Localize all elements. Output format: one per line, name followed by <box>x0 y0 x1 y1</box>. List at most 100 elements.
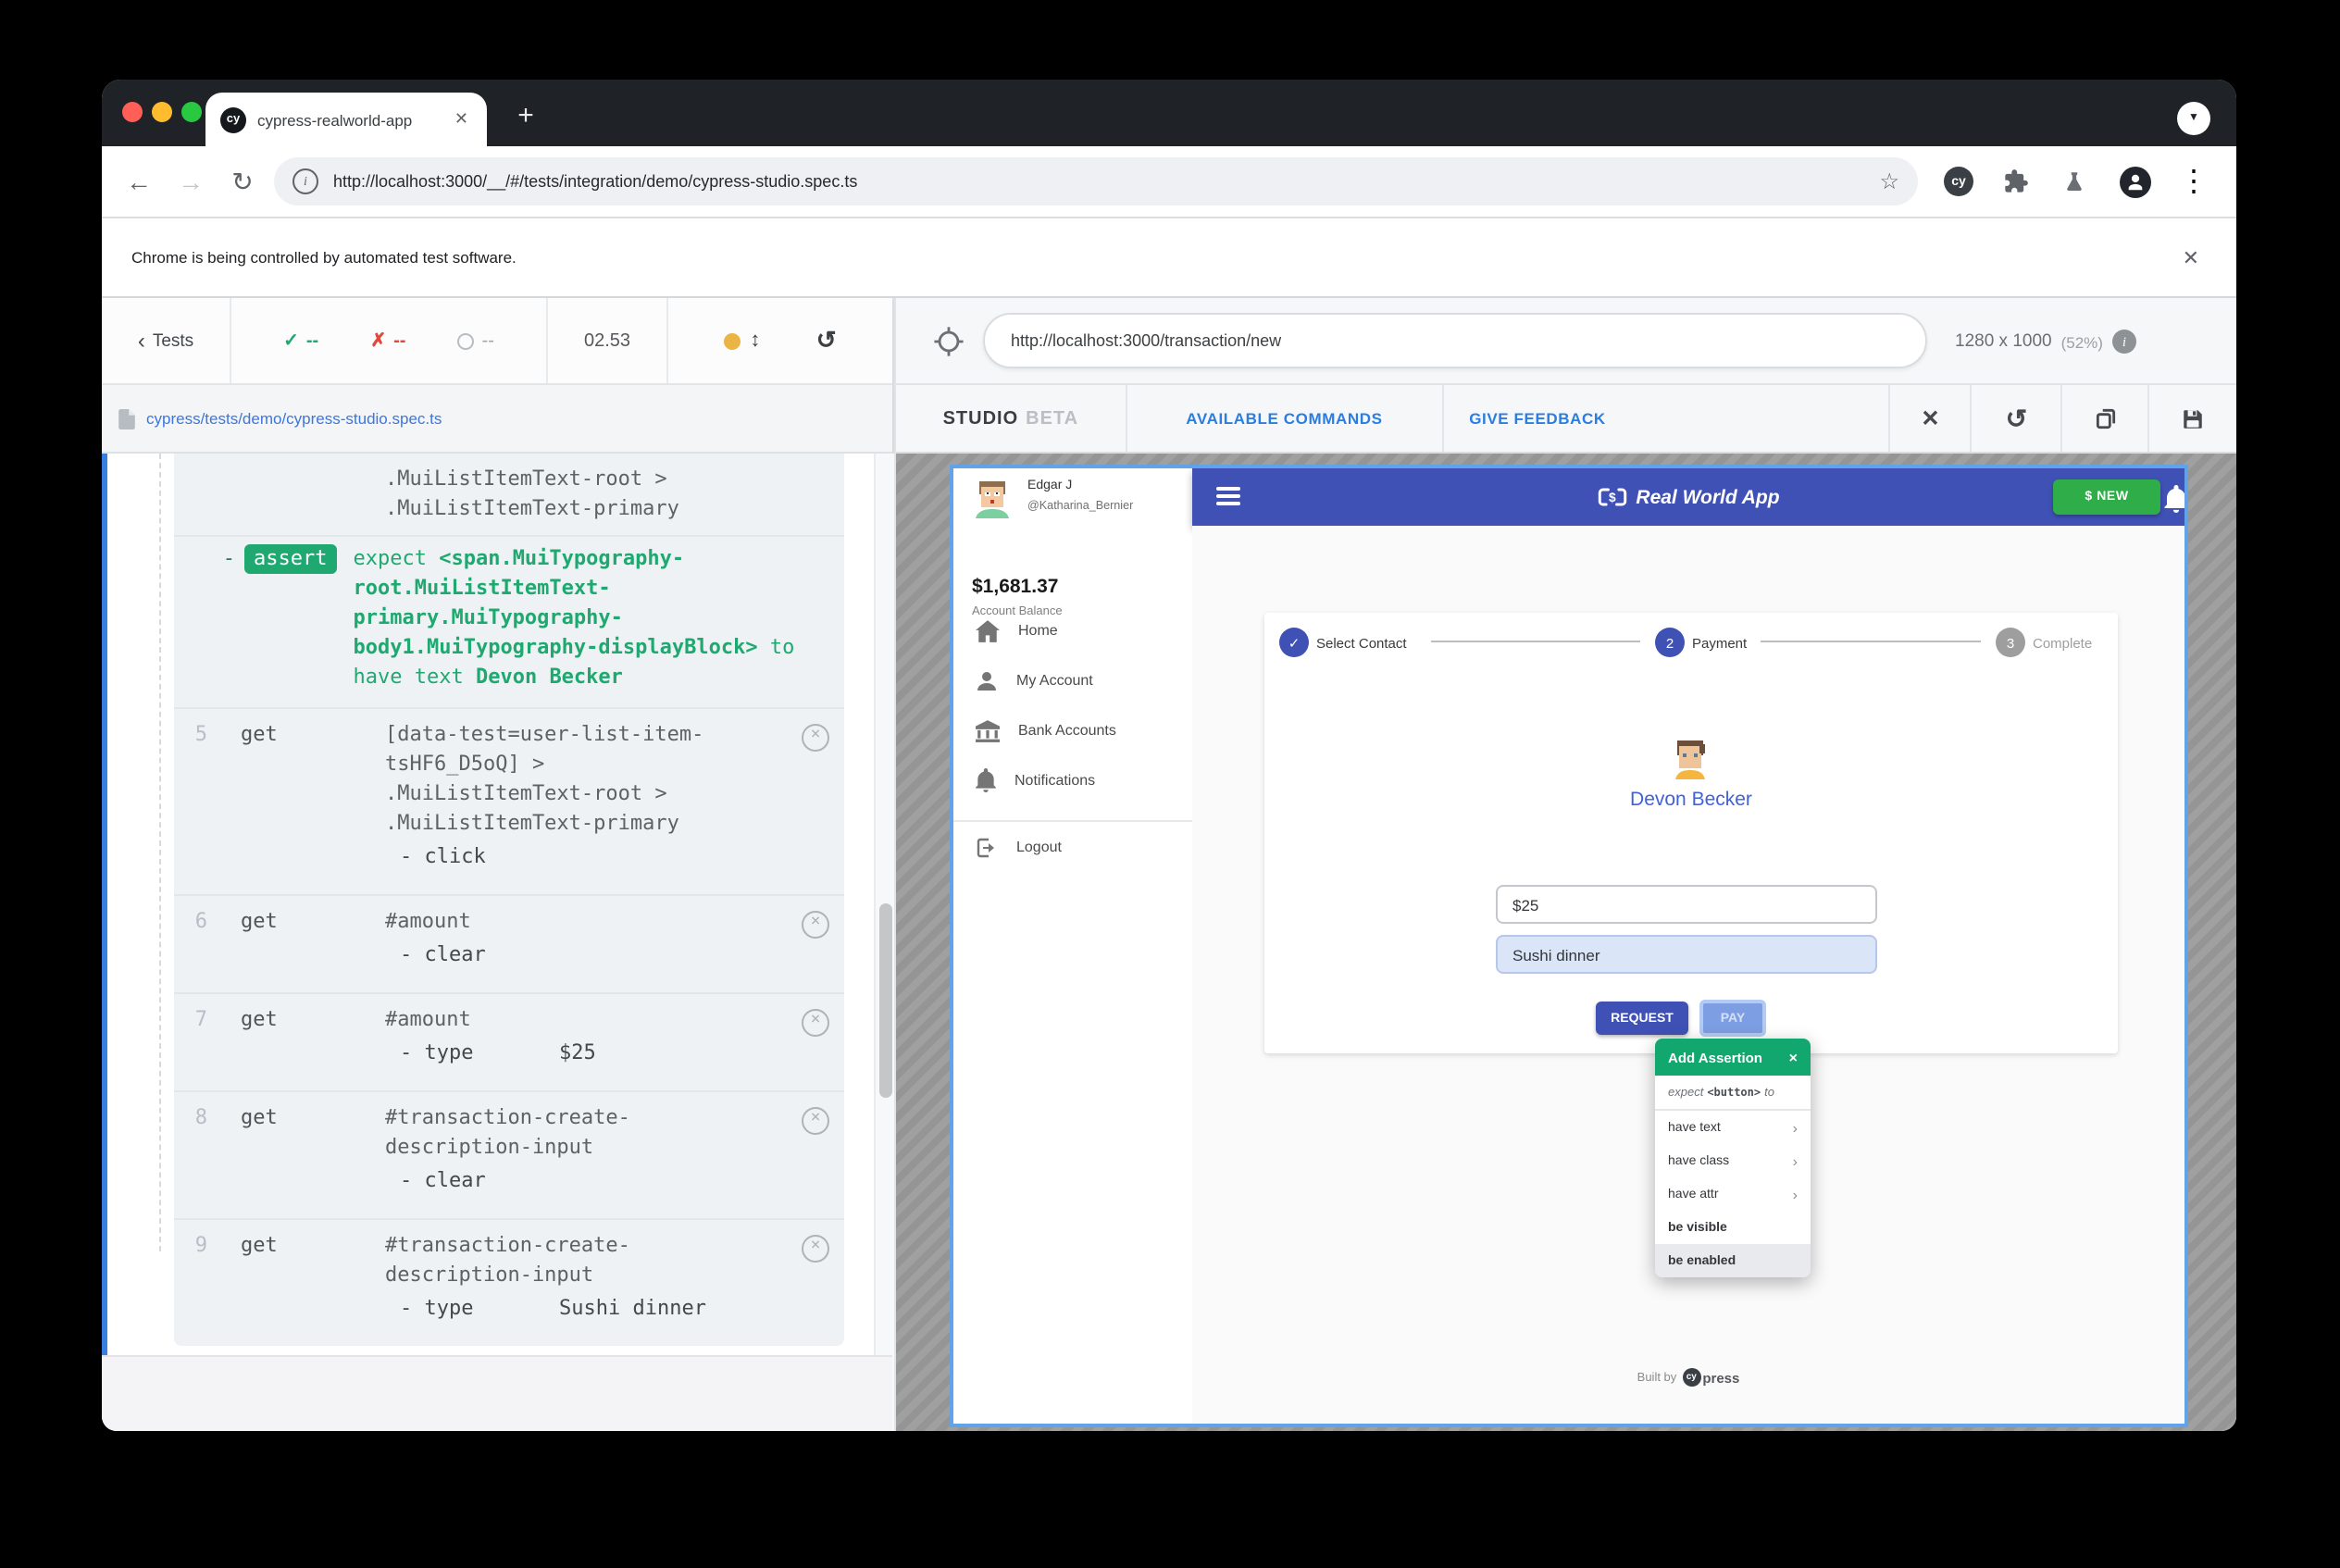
test-stats: ✓ -- ✗ -- -- <box>231 298 548 383</box>
back-icon[interactable]: ← <box>117 159 161 204</box>
contact-avatar <box>1675 740 1705 779</box>
aut-url-input[interactable]: http://localhost:3000/transaction/new <box>983 313 1927 368</box>
assertion-have-attr[interactable]: have attr › <box>1655 1177 1811 1211</box>
delete-command-icon[interactable]: × <box>802 1009 829 1037</box>
assertion-menu-title: Add Assertion <box>1668 1049 1762 1065</box>
new-transaction-button[interactable]: $ NEW <box>2053 479 2160 515</box>
extensions-puzzle-icon[interactable] <box>1996 161 2036 202</box>
test-duration: 02.53 <box>583 330 631 351</box>
tab-close-icon[interactable]: ✕ <box>451 106 472 133</box>
amount-input[interactable]: $25 <box>1496 885 1877 924</box>
delete-command-icon[interactable]: × <box>802 724 829 752</box>
delete-command-icon[interactable]: × <box>802 911 829 939</box>
chevron-right-icon: › <box>1792 1186 1798 1202</box>
sidebar-item-home[interactable]: Home <box>953 605 1192 655</box>
assertion-menu-close-icon[interactable]: × <box>1789 1049 1798 1065</box>
back-to-tests-button[interactable]: ‹ Tests <box>102 298 231 383</box>
chevron-left-icon: ‹ <box>137 328 145 354</box>
real-world-app-logo-icon: $ <box>1598 488 1626 506</box>
app-brand-name: Real World App <box>1636 486 1780 508</box>
minimize-window-button[interactable] <box>152 102 172 122</box>
restart-tests-icon[interactable]: ↺ <box>816 326 837 355</box>
home-icon <box>976 619 1000 641</box>
notification-badge: 8 <box>2184 472 2188 491</box>
browser-tab[interactable]: cy cypress-realworld-app ✕ <box>205 93 487 146</box>
give-feedback-link[interactable]: GIVE FEEDBACK <box>1443 385 1891 452</box>
sidebar-item-my-account[interactable]: My Account <box>953 655 1192 705</box>
app-main: ✓ Select Contact 2 Payment 3 Complete De… <box>1192 526 2184 1424</box>
forward-icon: → <box>178 167 204 196</box>
available-commands-link[interactable]: AVAILABLE COMMANDS <box>1127 385 1444 452</box>
viewport-dimensions: 1280 x 1000 <box>1955 331 2052 352</box>
studio-close-button[interactable]: ✕ <box>1891 385 1973 452</box>
restart-icon: ↺ <box>2005 403 2028 432</box>
stepper-line <box>1761 641 1981 642</box>
notifications-bell-button[interactable]: 8 <box>2157 478 2184 518</box>
desktop: cy cypress-realworld-app ✕ + ▼ ← → ↻ i h… <box>0 0 2340 1568</box>
assertion-have-class[interactable]: have class › <box>1655 1144 1811 1177</box>
reload-icon[interactable]: ↻ <box>220 159 265 204</box>
file-icon <box>118 408 135 429</box>
user-handle: @Katharina_Bernier <box>1027 500 1134 513</box>
command-row[interactable]: 8 get #transaction-create- description-i… <box>174 1090 844 1218</box>
studio-save-button[interactable] <box>2149 385 2236 452</box>
command-row[interactable]: 7 get #amount - type $25 × <box>174 992 844 1090</box>
viewport-info-icon[interactable]: i <box>2111 330 2136 354</box>
close-window-button[interactable] <box>122 102 143 122</box>
page-info-icon[interactable]: i <box>292 168 318 194</box>
app-footer: Built by cy press <box>1192 1368 2184 1387</box>
delete-command-icon[interactable]: × <box>802 1107 829 1135</box>
reporter-footer-spacer <box>102 1355 892 1431</box>
bell-icon <box>2164 485 2184 513</box>
reporter-scrollbar[interactable] <box>874 454 894 1431</box>
new-tab-button[interactable]: + <box>502 91 550 139</box>
command-row[interactable]: 5 get [data-test=user-list-item- tsHF6_D… <box>174 707 844 894</box>
spec-path-link[interactable]: cypress/tests/demo/cypress-studio.spec.t… <box>146 409 442 428</box>
assert-command-row[interactable]: - assert expect <span.MuiTypography- roo… <box>174 535 844 707</box>
tab-search-button[interactable]: ▼ <box>2177 102 2210 135</box>
failed-icon: ✗ <box>370 330 387 351</box>
flask-extension-icon[interactable] <box>2053 161 2094 202</box>
studio-restart-button[interactable]: ↺ <box>1972 385 2063 452</box>
studio-copy-button[interactable] <box>2062 385 2150 452</box>
profile-avatar-icon[interactable] <box>2114 161 2155 202</box>
sidebar-item-notifications[interactable]: Notifications <box>953 755 1192 805</box>
selector-playground-icon[interactable] <box>933 326 965 357</box>
sidebar-item-logout[interactable]: Logout <box>953 822 1192 872</box>
pay-button[interactable]: PAY <box>1699 1000 1766 1037</box>
contact-name-link[interactable]: Devon Becker <box>1264 789 2118 811</box>
infobar-close-icon[interactable]: ✕ <box>2183 245 2199 269</box>
assertion-have-text[interactable]: have text › <box>1655 1111 1811 1144</box>
scrollbar-thumb[interactable] <box>879 903 892 1098</box>
request-button[interactable]: REQUEST <box>1596 1002 1688 1035</box>
delete-command-icon[interactable]: × <box>802 1235 829 1263</box>
cypress-extension-icon[interactable]: cy <box>1938 161 1979 202</box>
assertion-be-visible[interactable]: be visible <box>1655 1211 1811 1244</box>
app-brand: $ Real World App <box>1192 468 2184 526</box>
assert-message: expect <span.MuiTypography- root.MuiList… <box>353 546 795 689</box>
command-row[interactable]: 9 get #transaction-create- description-i… <box>174 1218 844 1346</box>
bookmark-star-icon[interactable]: ☆ <box>1879 168 1899 194</box>
studio-title: STUDIO BETA <box>896 385 1127 452</box>
close-icon: ✕ <box>1921 405 1940 431</box>
cypress-runner: ‹ Tests ✓ -- ✗ -- -- 02.53 ↕ ↺ cypress/t… <box>102 298 2236 1431</box>
active-test-border <box>102 454 107 1355</box>
assertion-be-enabled[interactable]: be enabled <box>1655 1244 1811 1277</box>
studio-toolbar: STUDIO BETA AVAILABLE COMMANDS GIVE FEED… <box>896 385 2236 454</box>
description-input[interactable]: Sushi dinner <box>1496 935 1877 974</box>
auto-scroll-toggle[interactable]: ↕ <box>724 330 760 352</box>
browser-menu-icon[interactable]: ⋮ <box>2173 161 2214 202</box>
app-sidebar: Edgar J @Katharina_Bernier $1,681.37 Acc… <box>953 468 1192 1424</box>
command-row-partial[interactable]: .MuiListItemText-root > .MuiListItemText… <box>174 454 844 535</box>
zoom-window-button[interactable] <box>181 102 202 122</box>
passed-icon: ✓ <box>283 330 299 351</box>
address-bar[interactable]: i http://localhost:3000/__/#/tests/integ… <box>274 157 1918 205</box>
assert-badge: assert <box>244 544 337 574</box>
stepper-line <box>1431 641 1640 642</box>
url-text[interactable]: http://localhost:3000/__/#/tests/integra… <box>333 172 1879 191</box>
reporter-controls: ↕ ↺ <box>668 298 892 383</box>
user-icon <box>977 671 996 690</box>
sidebar-item-bank-accounts[interactable]: Bank Accounts <box>953 705 1192 755</box>
command-row[interactable]: 6 get #amount - clear × <box>174 894 844 992</box>
tests-label: Tests <box>152 330 194 351</box>
